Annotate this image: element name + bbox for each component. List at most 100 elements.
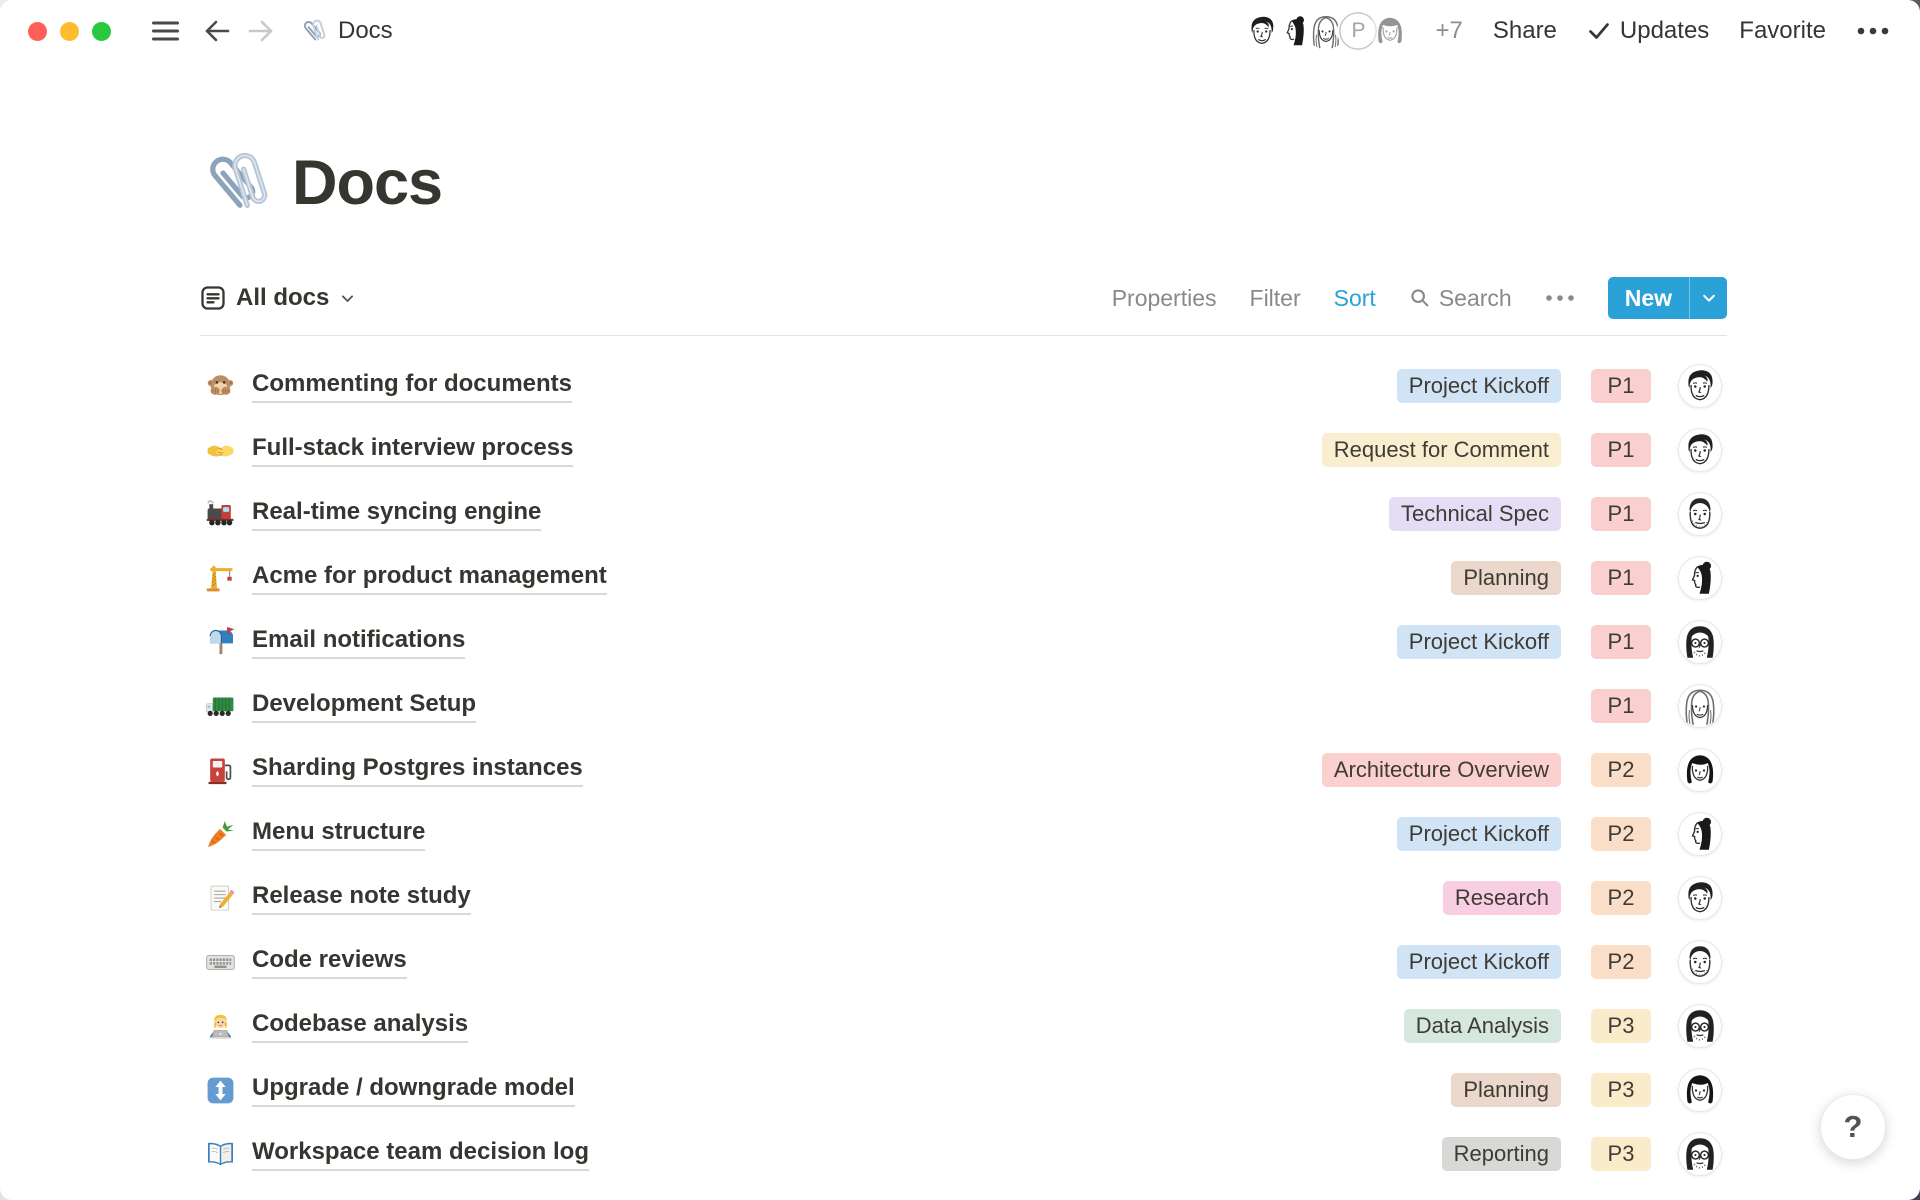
search-label: Search [1439, 285, 1512, 312]
priority-badge: P1 [1591, 369, 1651, 403]
doc-title-link[interactable]: Code reviews [252, 945, 407, 979]
new-button[interactable]: New [1608, 277, 1689, 319]
sidebar-menu-icon[interactable] [151, 19, 180, 43]
doc-title-link[interactable]: Workspace team decision log [252, 1137, 589, 1171]
priority-badge: P2 [1591, 881, 1651, 915]
back-icon[interactable] [202, 17, 232, 45]
topbar-actions: P +7 Share Updates Favorite [1241, 10, 1890, 52]
sort-button[interactable]: Sort [1334, 285, 1376, 312]
doc-row[interactable]: Acme for product management Planning P1 [200, 546, 1727, 610]
priority-badge: P1 [1591, 497, 1651, 531]
doc-row[interactable]: Real-time syncing engine Technical Spec … [200, 482, 1727, 546]
doc-title-link[interactable]: Upgrade / downgrade model [252, 1073, 575, 1107]
priority-badge: P1 [1591, 561, 1651, 595]
doc-row[interactable]: Upgrade / downgrade model Planning P3 [200, 1058, 1727, 1122]
doc-row[interactable]: Sharding Postgres instances Architecture… [200, 738, 1727, 802]
doc-row-meta: Technical Spec P1 [1389, 492, 1727, 536]
favorite-button[interactable]: Favorite [1739, 17, 1826, 45]
doc-row[interactable]: Code reviews Project Kickoff P2 [200, 930, 1727, 994]
priority-badge: P2 [1591, 945, 1651, 979]
search-icon [1409, 287, 1431, 309]
more-options-icon[interactable] [1856, 26, 1890, 36]
tag-badge: Project Kickoff [1397, 945, 1561, 979]
doc-title-link[interactable]: Sharding Postgres instances [252, 753, 583, 787]
owner-avatar [1678, 1132, 1722, 1176]
checkmark-icon [1587, 19, 1611, 43]
filter-button[interactable]: Filter [1250, 285, 1301, 312]
doc-emoji-icon [200, 435, 240, 466]
doc-row-meta: Project Kickoff P2 [1397, 940, 1727, 984]
doc-row[interactable]: Codebase analysis Data Analysis P3 [200, 994, 1727, 1058]
toolbar-more-icon[interactable] [1545, 294, 1575, 302]
owner-avatar [1678, 620, 1722, 664]
view-label: All docs [236, 284, 329, 312]
owner-avatar [1678, 684, 1722, 728]
owner-avatar [1678, 556, 1722, 600]
forward-icon[interactable] [246, 17, 276, 45]
doc-row-meta: Project Kickoff P1 [1397, 620, 1727, 664]
minimize-window-button[interactable] [60, 22, 79, 41]
doc-title-link[interactable]: Real-time syncing engine [252, 497, 541, 531]
owner-avatar [1678, 492, 1722, 536]
doc-row-meta: Architecture Overview P2 [1322, 748, 1727, 792]
close-window-button[interactable] [28, 22, 47, 41]
priority-badge: P3 [1591, 1073, 1651, 1107]
doc-row[interactable]: Commenting for documents Project Kickoff… [200, 354, 1727, 418]
share-button[interactable]: Share [1493, 17, 1557, 45]
owner-avatar [1678, 940, 1722, 984]
main-content: Docs All docs Properties Filter Sort Sea… [200, 146, 1727, 1186]
tag-badge: Project Kickoff [1397, 369, 1561, 403]
tag-badge: Request for Comment [1322, 433, 1561, 467]
owner-avatar [1678, 812, 1722, 856]
new-button-group: New [1608, 277, 1727, 319]
collaborator-avatars: P [1241, 10, 1411, 52]
new-dropdown-button[interactable] [1690, 277, 1727, 319]
tag-badge: Technical Spec [1389, 497, 1561, 531]
doc-title-link[interactable]: Acme for product management [252, 561, 607, 595]
doc-emoji-icon [200, 627, 240, 658]
tag-badge: Data Analysis [1404, 1009, 1561, 1043]
doc-title-link[interactable]: Development Setup [252, 689, 476, 723]
doc-title-link[interactable]: Codebase analysis [252, 1009, 468, 1043]
doc-title-link[interactable]: Commenting for documents [252, 369, 572, 403]
doc-title-link[interactable]: Menu structure [252, 817, 425, 851]
priority-badge: P2 [1591, 753, 1651, 787]
doc-title-link[interactable]: Full-stack interview process [252, 433, 573, 467]
doc-row-meta: P1 [1561, 684, 1727, 728]
toolbar-actions: Properties Filter Sort Search New [1112, 277, 1727, 319]
updates-label: Updates [1620, 17, 1709, 45]
doc-row-meta: Reporting P3 [1442, 1132, 1727, 1176]
doc-title-link[interactable]: Email notifications [252, 625, 465, 659]
view-switcher[interactable]: All docs [200, 284, 356, 312]
doc-emoji-icon [200, 499, 240, 530]
doc-row-meta: Research P2 [1443, 876, 1727, 920]
doc-title-link[interactable]: Release note study [252, 881, 471, 915]
collaborator-avatar[interactable] [1369, 10, 1411, 52]
doc-row[interactable]: Email notifications Project Kickoff P1 [200, 610, 1727, 674]
properties-button[interactable]: Properties [1112, 285, 1217, 312]
updates-button[interactable]: Updates [1587, 17, 1709, 45]
page-paperclip-icon[interactable] [200, 146, 274, 220]
doc-row[interactable]: Release note study Research P2 [200, 866, 1727, 930]
doc-emoji-icon [200, 755, 240, 786]
doc-row-meta: Data Analysis P3 [1404, 1004, 1727, 1048]
doc-row[interactable]: Development Setup P1 [200, 674, 1727, 738]
doc-row-meta: Request for Comment P1 [1322, 428, 1727, 472]
breadcrumb[interactable]: Docs [300, 17, 393, 45]
doc-row[interactable]: Full-stack interview process Request for… [200, 418, 1727, 482]
tag-badge: Project Kickoff [1397, 625, 1561, 659]
view-toolbar: All docs Properties Filter Sort Search N… [200, 276, 1727, 320]
doc-row[interactable]: Workspace team decision log Reporting P3 [200, 1122, 1727, 1186]
chevron-down-icon [339, 290, 356, 307]
window-controls [28, 22, 111, 41]
doc-emoji-icon [200, 371, 240, 402]
doc-emoji-icon [200, 563, 240, 594]
doc-row[interactable]: Menu structure Project Kickoff P2 [200, 802, 1727, 866]
priority-badge: P1 [1591, 433, 1651, 467]
doc-emoji-icon [200, 1139, 240, 1170]
zoom-window-button[interactable] [92, 22, 111, 41]
owner-avatar [1678, 1004, 1722, 1048]
help-button[interactable]: ? [1820, 1094, 1886, 1160]
search-button[interactable]: Search [1409, 285, 1512, 312]
collaborator-overflow-count[interactable]: +7 [1435, 17, 1462, 45]
